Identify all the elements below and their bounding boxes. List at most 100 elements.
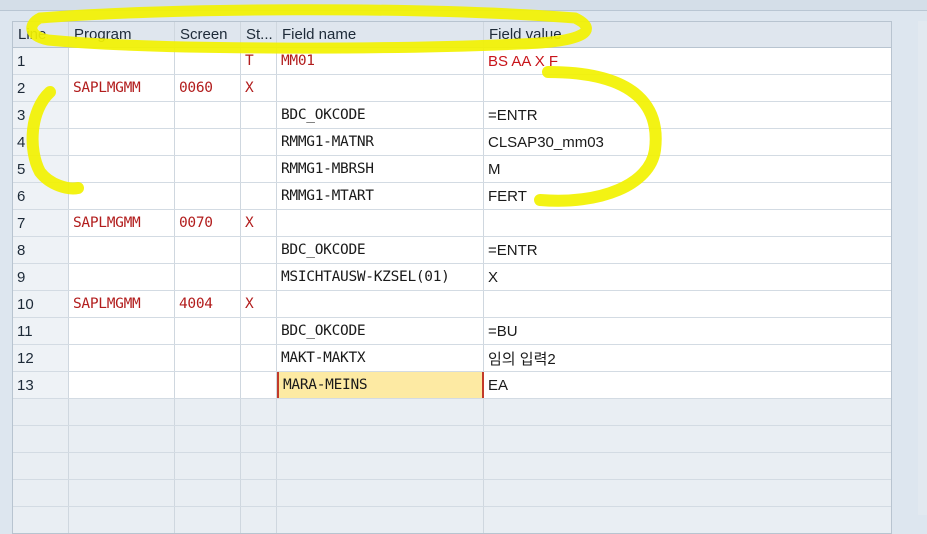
field-value-cell[interactable]: 임의 입력2 [484, 345, 891, 371]
program-cell[interactable] [69, 102, 175, 128]
field-value-cell[interactable]: =ENTR [484, 102, 891, 128]
field-value-cell[interactable]: X [484, 264, 891, 290]
start-flag-cell[interactable] [241, 183, 277, 209]
screen-cell[interactable]: 0060 [175, 75, 241, 101]
line-number-cell[interactable]: 9 [13, 264, 69, 290]
column-header-start[interactable]: St... [241, 22, 277, 47]
table-row[interactable]: 11 BDC_OKCODE =BU [13, 318, 891, 345]
start-flag-cell[interactable]: T [241, 48, 277, 74]
program-cell[interactable] [69, 345, 175, 371]
screen-cell[interactable] [175, 183, 241, 209]
line-number-cell[interactable]: 13 [13, 372, 69, 398]
empty-cell [484, 507, 891, 533]
empty-cell [175, 399, 241, 425]
program-cell[interactable] [69, 372, 175, 398]
field-name-cell[interactable]: RMMG1-MATNR [277, 129, 484, 155]
field-value-cell[interactable]: CLSAP30_mm03 [484, 129, 891, 155]
screen-cell[interactable] [175, 318, 241, 344]
table-row[interactable]: 2 SAPLMGMM 0060 X [13, 75, 891, 102]
start-flag-cell[interactable]: X [241, 210, 277, 236]
screen-cell[interactable] [175, 345, 241, 371]
line-number-cell[interactable]: 2 [13, 75, 69, 101]
program-cell[interactable] [69, 156, 175, 182]
field-name-cell[interactable]: RMMG1-MBRSH [277, 156, 484, 182]
line-number-cell[interactable]: 7 [13, 210, 69, 236]
program-cell[interactable] [69, 318, 175, 344]
start-flag-cell[interactable] [241, 237, 277, 263]
start-flag-cell[interactable] [241, 372, 277, 398]
table-row[interactable]: 12 MAKT-MAKTX 임의 입력2 [13, 345, 891, 372]
program-cell[interactable] [69, 237, 175, 263]
column-header-field-value[interactable]: Field value [484, 22, 891, 47]
start-flag-cell[interactable] [241, 102, 277, 128]
line-number-cell[interactable]: 8 [13, 237, 69, 263]
start-flag-cell[interactable]: X [241, 291, 277, 317]
program-cell[interactable]: SAPLMGMM [69, 210, 175, 236]
line-number-cell[interactable]: 3 [13, 102, 69, 128]
line-number-cell[interactable]: 11 [13, 318, 69, 344]
start-flag-cell[interactable]: X [241, 75, 277, 101]
table-row[interactable]: 4 RMMG1-MATNR CLSAP30_mm03 [13, 129, 891, 156]
field-value-cell[interactable]: M [484, 156, 891, 182]
column-header-field-name[interactable]: Field name [277, 22, 484, 47]
screen-cell[interactable]: 4004 [175, 291, 241, 317]
screen-cell[interactable] [175, 237, 241, 263]
table-row[interactable]: 10 SAPLMGMM 4004 X [13, 291, 891, 318]
program-cell[interactable] [69, 129, 175, 155]
field-name-cell[interactable]: RMMG1-MTART [277, 183, 484, 209]
field-value-cell[interactable]: FERT [484, 183, 891, 209]
field-value-cell[interactable] [484, 210, 891, 236]
field-name-cell[interactable]: BDC_OKCODE [277, 318, 484, 344]
field-name-cell[interactable]: BDC_OKCODE [277, 102, 484, 128]
field-name-cell[interactable] [277, 291, 484, 317]
start-flag-cell[interactable] [241, 345, 277, 371]
line-number-cell[interactable]: 1 [13, 48, 69, 74]
screen-cell[interactable] [175, 372, 241, 398]
field-name-cell[interactable]: BDC_OKCODE [277, 237, 484, 263]
table-row[interactable]: 3 BDC_OKCODE =ENTR [13, 102, 891, 129]
field-name-cell[interactable]: MAKT-MAKTX [277, 345, 484, 371]
table-row[interactable]: 1 T MM01 BS AA X F [13, 48, 891, 75]
start-flag-cell[interactable] [241, 318, 277, 344]
field-value-cell[interactable] [484, 75, 891, 101]
vertical-scroll-area[interactable] [918, 21, 927, 515]
field-name-cell[interactable] [277, 75, 484, 101]
field-value-cell[interactable] [484, 291, 891, 317]
selected-field-name-cell[interactable]: MARA-MEINS [277, 372, 484, 398]
field-name-cell[interactable]: MSICHTAUSW-KZSEL(01) [277, 264, 484, 290]
field-value-cell[interactable]: =ENTR [484, 237, 891, 263]
table-row[interactable]: 7 SAPLMGMM 0070 X [13, 210, 891, 237]
program-cell[interactable]: SAPLMGMM [69, 75, 175, 101]
line-number-cell[interactable]: 4 [13, 129, 69, 155]
table-row[interactable]: 5 RMMG1-MBRSH M [13, 156, 891, 183]
field-value-cell[interactable]: BS AA X F [484, 48, 891, 74]
line-number-cell[interactable]: 10 [13, 291, 69, 317]
program-cell[interactable]: SAPLMGMM [69, 291, 175, 317]
screen-cell[interactable] [175, 102, 241, 128]
line-number-cell[interactable]: 6 [13, 183, 69, 209]
start-flag-cell[interactable] [241, 264, 277, 290]
screen-cell[interactable]: 0070 [175, 210, 241, 236]
table-row[interactable]: 8 BDC_OKCODE =ENTR [13, 237, 891, 264]
screen-cell[interactable] [175, 129, 241, 155]
table-row[interactable]: 9 MSICHTAUSW-KZSEL(01) X [13, 264, 891, 291]
screen-cell[interactable] [175, 156, 241, 182]
screen-cell[interactable] [175, 264, 241, 290]
start-flag-cell[interactable] [241, 129, 277, 155]
program-cell[interactable] [69, 183, 175, 209]
screen-cell[interactable] [175, 48, 241, 74]
line-number-cell[interactable]: 12 [13, 345, 69, 371]
program-cell[interactable] [69, 48, 175, 74]
column-header-screen[interactable]: Screen [175, 22, 241, 47]
field-value-cell[interactable]: =BU [484, 318, 891, 344]
table-row[interactable]: 13 MARA-MEINS EA [13, 372, 891, 399]
start-flag-cell[interactable] [241, 156, 277, 182]
column-header-line[interactable]: Line [13, 22, 69, 47]
table-row[interactable]: 6 RMMG1-MTART FERT [13, 183, 891, 210]
field-name-cell[interactable] [277, 210, 484, 236]
program-cell[interactable] [69, 264, 175, 290]
column-header-program[interactable]: Program [69, 22, 175, 47]
line-number-cell[interactable]: 5 [13, 156, 69, 182]
field-value-cell[interactable]: EA [484, 372, 891, 398]
field-name-cell[interactable]: MM01 [277, 48, 484, 74]
